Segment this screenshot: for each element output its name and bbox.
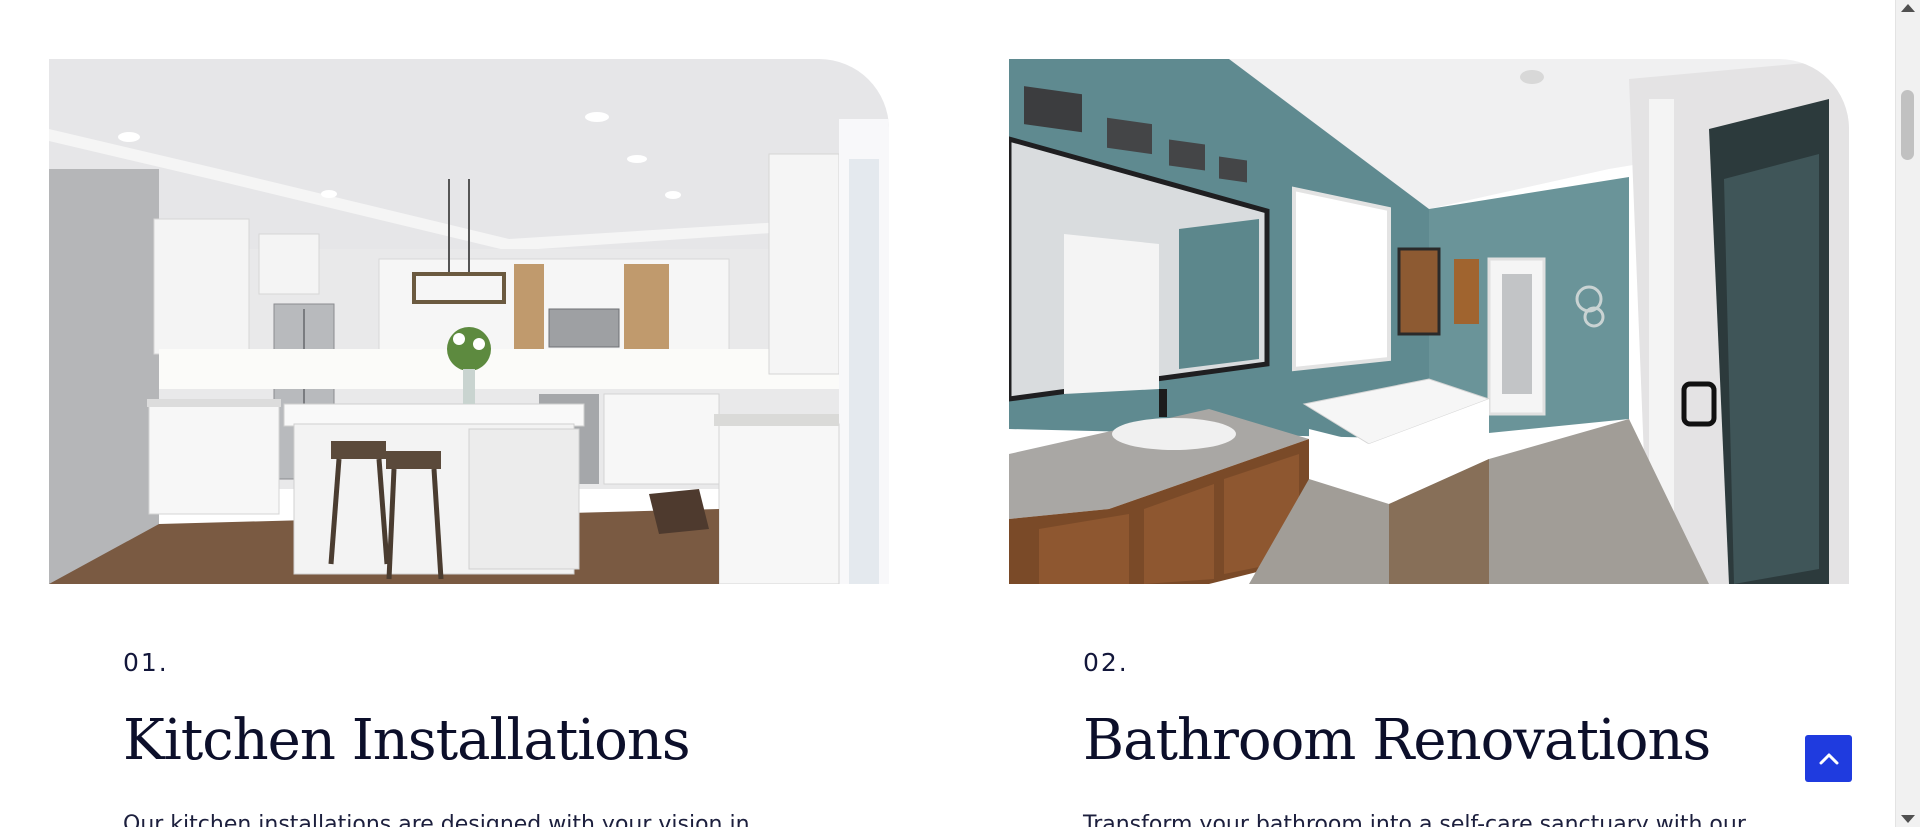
service-description: Our kitchen installations are designed w… — [123, 812, 750, 827]
service-description: Transform your bathroom into a self-care… — [1083, 812, 1746, 827]
scroll-thumb[interactable] — [1901, 90, 1914, 160]
scroll-up-arrow-icon[interactable] — [1901, 4, 1915, 12]
service-number: 01. — [123, 648, 169, 677]
bathroom-photo — [1009, 59, 1849, 584]
service-title: Bathroom Renovations — [1083, 708, 1711, 773]
back-to-top-button[interactable] — [1805, 735, 1852, 782]
scroll-down-arrow-icon[interactable] — [1901, 815, 1915, 823]
services-section: 01. Kitchen Installations Our kitchen in… — [0, 0, 1920, 827]
kitchen-photo — [49, 59, 889, 584]
page-scrollbar[interactable] — [1895, 0, 1920, 827]
service-title: Kitchen Installations — [123, 708, 691, 773]
service-number: 02. — [1083, 648, 1129, 677]
chevron-up-icon — [1819, 753, 1838, 764]
